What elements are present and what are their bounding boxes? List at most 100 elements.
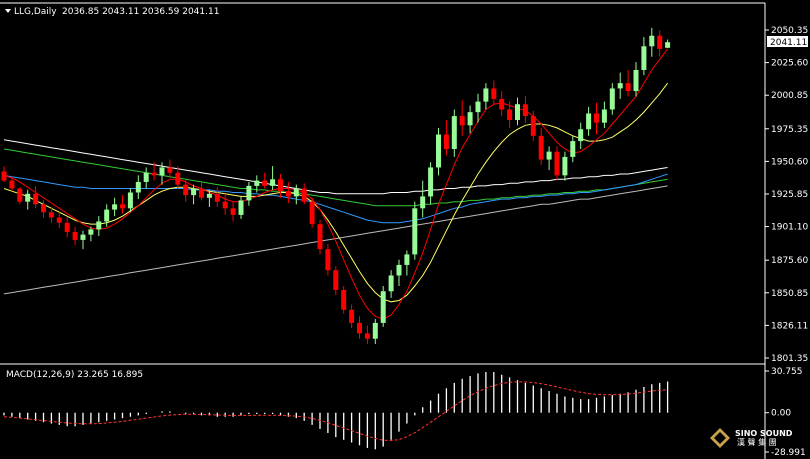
candle-body: [293, 188, 299, 197]
candle-body: [649, 35, 655, 47]
candle-body: [214, 193, 220, 202]
candle-body: [451, 116, 457, 150]
candle-body: [246, 185, 252, 201]
candle-body: [467, 112, 473, 126]
candle-body: [499, 98, 505, 110]
candle-body: [562, 156, 568, 176]
candle-body: [206, 193, 212, 198]
candle-body: [80, 234, 86, 240]
candle-body: [594, 113, 599, 123]
candle-body: [301, 188, 307, 202]
candle-body: [199, 188, 204, 198]
price-tick-label: 2050.35: [771, 26, 808, 36]
candle-body: [222, 201, 228, 209]
candle-body: [396, 264, 402, 276]
candle-body: [522, 104, 528, 117]
candle-body: [586, 113, 592, 130]
candle-body: [278, 179, 283, 192]
candle-body: [364, 333, 370, 339]
symbol-label: LLG,Daily: [14, 7, 57, 17]
price-tick-label: 1975.35: [771, 125, 808, 135]
candle-body: [443, 134, 449, 150]
candle-body: [436, 134, 441, 168]
candle-body: [159, 167, 165, 176]
candle-body: [483, 88, 489, 102]
candle-body: [104, 209, 110, 222]
candle-body: [270, 179, 276, 186]
candle-body: [167, 167, 173, 173]
candle-body: [33, 193, 39, 205]
candle-body: [135, 181, 141, 193]
candle-body: [41, 204, 46, 213]
candle-body: [507, 109, 513, 121]
candle: [412, 201, 418, 260]
candle-body: [48, 212, 54, 218]
candle-body: [633, 69, 639, 92]
ohlc-readout: 2036.85 2043.11 2036.59 2041.11: [62, 7, 219, 17]
chart-canvas: LLG,Daily 2036.85 2043.11 2036.59 2041.1…: [0, 0, 810, 459]
price-tick-label: 1875.60: [771, 256, 808, 266]
candle-body: [88, 229, 94, 235]
candle-body: [380, 291, 386, 323]
candle-body: [72, 232, 78, 240]
candle-body: [254, 180, 260, 186]
logo-brand-sub: 漢 聲 集 團: [737, 437, 777, 447]
candle-body: [530, 116, 536, 136]
candle-body: [56, 217, 62, 223]
candle-body: [554, 151, 560, 176]
candle-body: [349, 309, 355, 323]
candle-body: [333, 270, 339, 290]
candle-body: [9, 180, 15, 189]
candle-body: [309, 201, 315, 225]
candle-body: [546, 151, 552, 160]
candle-body: [641, 46, 647, 70]
candle-body: [175, 172, 181, 185]
logo-brand-text: SINO SOUND: [735, 429, 793, 438]
price-tick-label: 1826.11: [771, 321, 808, 331]
candle-body: [191, 188, 197, 196]
candle-body: [657, 35, 663, 49]
candle-body: [665, 42, 671, 48]
candle-body: [120, 204, 125, 209]
price-tick-label: 1901.10: [771, 223, 808, 233]
price-tick-label: 1950.60: [771, 157, 808, 167]
candle-body: [183, 184, 189, 196]
candle-body: [428, 167, 434, 197]
candle-body: [404, 254, 410, 265]
candle-body: [325, 249, 331, 271]
candle-body: [515, 104, 520, 121]
candle-body: [388, 275, 394, 292]
candle-body: [412, 208, 418, 255]
candle: [309, 197, 315, 229]
candle-body: [285, 191, 291, 197]
candle-body: [420, 196, 426, 209]
current-price-label: 2041.11: [770, 38, 807, 48]
price-tick-label: 2025.60: [771, 59, 808, 69]
candle-body: [317, 224, 323, 250]
candle-body: [25, 193, 31, 202]
macd-tick-label: 0.00: [771, 409, 791, 419]
candle-body: [475, 101, 481, 113]
macd-label: MACD(12,26,9) 23.265 16.895: [6, 370, 143, 380]
price-tick-label: 1925.85: [771, 190, 808, 200]
candle: [341, 286, 347, 314]
price-tick-label: 1801.35: [771, 354, 808, 364]
candle-body: [127, 192, 133, 209]
price-tick-label: 2000.85: [771, 91, 808, 101]
candle-body: [609, 88, 615, 110]
macd-tick-label: 30.755: [771, 367, 803, 377]
candle-body: [238, 200, 244, 215]
price-tick-label: 1850.85: [771, 289, 808, 299]
candle-body: [96, 221, 102, 230]
candle-body: [341, 289, 347, 310]
candle: [380, 286, 386, 327]
candle-body: [570, 141, 576, 157]
candle-body: [538, 135, 544, 160]
candle-body: [151, 172, 157, 176]
candle-body: [372, 322, 378, 339]
candle-body: [230, 208, 236, 215]
candle-body: [491, 88, 497, 99]
candle-body: [578, 129, 584, 142]
macd-tick-label: -28.991: [771, 448, 806, 458]
candle-body: [601, 109, 607, 123]
